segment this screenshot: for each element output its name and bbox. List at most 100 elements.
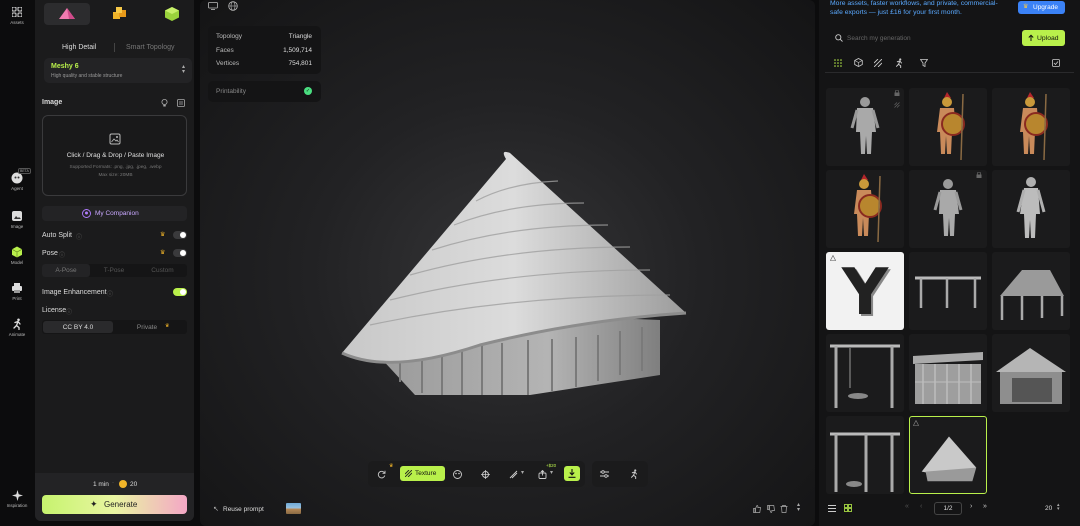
pose-option-custom[interactable]: Custom xyxy=(138,264,187,277)
page-input[interactable]: 1/2 xyxy=(934,502,962,515)
palette-icon[interactable] xyxy=(453,470,462,479)
lightbulb-icon[interactable] xyxy=(161,99,168,107)
model-viewport[interactable]: Topology Triangle Faces 1,509,714 Vertic… xyxy=(200,0,815,526)
search-box[interactable]: Search my generation xyxy=(830,30,1005,46)
arrow-icon: ↖ xyxy=(213,506,219,513)
thumbnail-spartan[interactable] xyxy=(909,88,987,166)
upgrade-button[interactable]: ♛ Upgrade xyxy=(1018,1,1065,14)
filter-animation-icon[interactable] xyxy=(894,58,904,68)
thumbnail-spartan[interactable] xyxy=(992,88,1070,166)
select-checkbox-icon[interactable] xyxy=(1052,59,1060,67)
pose-option-t-pose[interactable]: T-Pose xyxy=(90,264,138,277)
refresh-icon[interactable] xyxy=(377,470,386,479)
thumbnail-hut-roof[interactable] xyxy=(909,416,987,494)
remesh-icon[interactable] xyxy=(509,470,518,479)
next-page-icon[interactable]: › xyxy=(970,503,972,510)
filter-texture-icon[interactable] xyxy=(874,59,882,67)
thumbnail-spartan[interactable] xyxy=(826,170,904,248)
thumbnail-grey-figure[interactable] xyxy=(992,170,1070,248)
gallows-frame-icon xyxy=(830,432,900,492)
grid-view-icon[interactable] xyxy=(844,504,852,512)
tab-text-to-3d[interactable] xyxy=(44,3,90,25)
filter-all-icon[interactable] xyxy=(834,59,842,67)
filter-funnel-icon[interactable] xyxy=(920,59,928,67)
thumbnail-hut-open[interactable] xyxy=(992,334,1070,412)
globe-icon[interactable] xyxy=(228,1,238,11)
rail-item-print[interactable]: Print xyxy=(0,282,34,301)
thumbnail-hut-frame[interactable] xyxy=(992,252,1070,330)
thumbs-up-icon[interactable] xyxy=(753,505,761,513)
stat-value: Triangle xyxy=(288,33,312,40)
export-icon[interactable] xyxy=(538,470,547,479)
divider xyxy=(114,43,115,52)
monitor-icon[interactable] xyxy=(208,2,218,10)
image-enhancement-toggle[interactable] xyxy=(173,288,187,296)
printability-row[interactable]: Printability ✓ xyxy=(208,81,321,102)
rail-item-inspiration[interactable]: Inspiration xyxy=(0,489,34,508)
thumbnail-frame-tall[interactable] xyxy=(826,334,904,412)
pose-toggle[interactable] xyxy=(173,249,187,257)
cube-icon xyxy=(11,246,23,258)
chevron-down-icon[interactable]: ▾ xyxy=(550,469,553,476)
rail-item-animate[interactable]: Animate xyxy=(0,318,34,337)
tab-multi-image-to-3d[interactable] xyxy=(149,3,195,25)
texture-label: Texture xyxy=(415,470,437,477)
model-desc: High quality and stable structure xyxy=(51,73,123,79)
rail-label: Assets xyxy=(10,20,24,25)
running-figure-icon[interactable] xyxy=(629,469,639,479)
rail-item-agent[interactable]: BETA Agent xyxy=(0,168,34,191)
tab-image-to-3d[interactable] xyxy=(97,3,143,25)
tab-high-detail[interactable]: High Detail xyxy=(62,44,96,51)
prev-page-icon[interactable]: ‹ xyxy=(920,503,922,510)
per-page-select[interactable]: 20 xyxy=(1045,505,1052,512)
reference-thumbnail[interactable] xyxy=(286,503,301,514)
chevron-down-icon[interactable]: ▾ xyxy=(521,469,524,476)
thumbnail-frame[interactable] xyxy=(909,252,987,330)
thumbnail-grey-warrior[interactable] xyxy=(909,170,987,248)
list-view-icon[interactable] xyxy=(828,505,836,512)
first-page-icon[interactable]: « xyxy=(905,503,909,510)
texture-button[interactable]: Texture xyxy=(400,466,445,481)
rail-label: Inspiration xyxy=(6,503,28,508)
info-icon: ⓘ xyxy=(66,310,73,316)
warrior-figure-icon xyxy=(933,179,963,236)
rail-item-model[interactable]: Model xyxy=(0,246,34,265)
nav-rail: Assets BETA Agent Image Model Print Anim… xyxy=(0,0,34,526)
download-button[interactable] xyxy=(564,466,580,481)
crosshair-icon[interactable] xyxy=(481,470,490,479)
upgrade-promo-text: More assets, faster workflows, and priva… xyxy=(830,0,998,16)
generate-label: Generate xyxy=(104,500,138,509)
image-enhancement-label: Image Enhancement xyxy=(42,289,107,296)
image-dropzone[interactable]: Click / Drag & Drop / Paste Image Suppor… xyxy=(42,115,187,196)
pose-option-a-pose[interactable]: A-Pose xyxy=(42,264,90,277)
reuse-prompt-button[interactable]: Reuse prompt xyxy=(223,506,264,513)
last-page-icon[interactable]: » xyxy=(983,503,987,510)
lock-icon xyxy=(976,172,982,178)
time-estimate: 1 min xyxy=(93,481,109,488)
thumbnail-letter[interactable]: Y xyxy=(826,252,904,330)
thumbnail-frame-tall[interactable] xyxy=(826,416,904,494)
tab-smart-topology[interactable]: Smart Topology xyxy=(126,44,175,51)
upload-button[interactable]: Upload xyxy=(1022,30,1065,46)
rail-item-image[interactable]: Image xyxy=(0,210,34,229)
license-option-cc-by[interactable]: CC BY 4.0 xyxy=(43,321,113,333)
chevron-updown-icon[interactable]: ▴ ▾ xyxy=(1057,503,1060,512)
divider xyxy=(825,72,1074,73)
remesh-icon xyxy=(894,102,900,108)
generate-button[interactable]: ✦ Generate xyxy=(42,495,187,514)
thumbnail-grey-warrior[interactable] xyxy=(826,88,904,166)
my-companion-button[interactable]: My Companion xyxy=(42,206,187,221)
sliders-icon[interactable] xyxy=(600,469,609,479)
thumbnail-shed[interactable] xyxy=(909,334,987,412)
thumbs-down-icon[interactable] xyxy=(767,505,775,513)
filter-model-icon[interactable] xyxy=(854,58,863,67)
printability-label: Printability xyxy=(216,88,246,95)
trash-icon[interactable] xyxy=(780,505,788,513)
gallery-icon[interactable] xyxy=(177,99,185,107)
model-selector[interactable]: Meshy 6 High quality and stable structur… xyxy=(44,58,192,83)
auto-split-label: Auto Split xyxy=(42,232,72,239)
auto-split-toggle[interactable] xyxy=(173,231,187,239)
search-input[interactable]: Search my generation xyxy=(847,35,911,42)
chevron-updown-icon[interactable]: ▴ ▾ xyxy=(797,502,800,513)
rail-item-assets[interactable]: Assets xyxy=(0,6,34,25)
